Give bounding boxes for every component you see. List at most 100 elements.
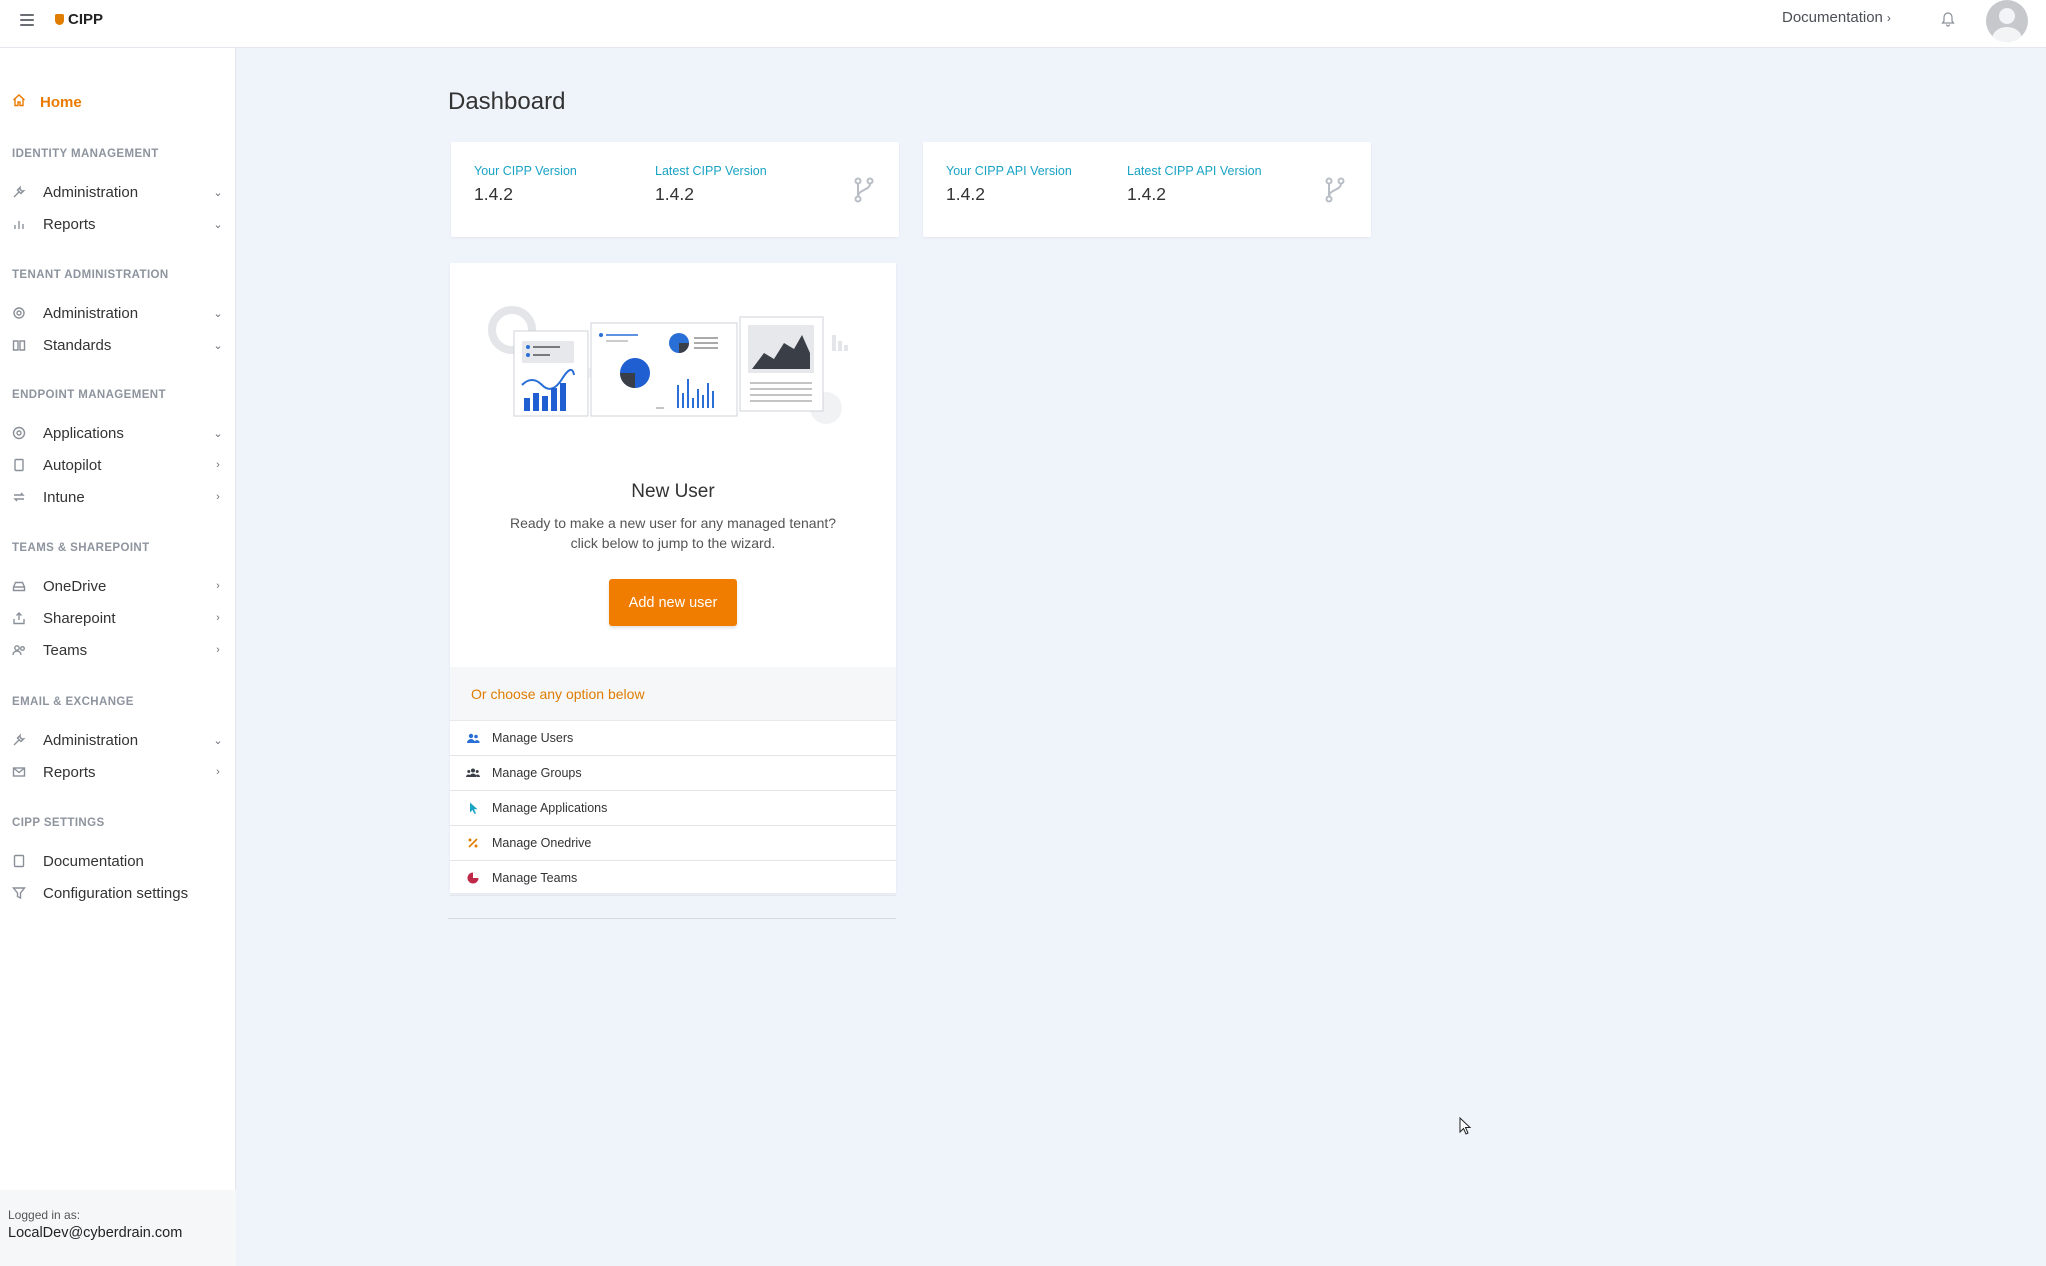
version-label: Your CIPP API Version	[946, 164, 1072, 178]
wrench-icon	[12, 733, 26, 747]
dashboard-illustration	[488, 306, 848, 424]
new-user-title: New User	[631, 481, 715, 502]
chevron-down-icon: ⌄	[213, 734, 223, 747]
chart-icon	[12, 217, 26, 231]
manage-applications-link[interactable]: Manage Applications	[450, 791, 896, 826]
users-icon	[466, 731, 480, 745]
section-title: EMAIL & EXCHANGE	[12, 696, 134, 708]
home-icon	[12, 93, 26, 111]
tablet-icon	[12, 458, 26, 472]
share-icon	[12, 611, 26, 625]
sync-icon	[12, 490, 26, 504]
shield-icon	[55, 14, 64, 25]
pointer-icon	[466, 801, 480, 815]
latest-api-version: Latest CIPP API Version 1.4.2	[1127, 164, 1262, 205]
option-label: Manage Onedrive	[492, 836, 592, 850]
bell-icon[interactable]	[1941, 11, 1955, 27]
section-title: ENDPOINT MANAGEMENT	[12, 389, 166, 401]
sidebar-item-home[interactable]: Home	[12, 93, 82, 111]
sidebar-item-label: Home	[40, 93, 82, 111]
sidebar-item-sharepoint[interactable]: Sharepoint ›	[12, 605, 224, 631]
sidebar-item-label: Administration	[43, 183, 139, 201]
section-title: IDENTITY MANAGEMENT	[12, 148, 159, 160]
your-api-version: Your CIPP API Version 1.4.2	[946, 164, 1072, 205]
option-label: Manage Applications	[492, 801, 608, 815]
content-divider	[448, 918, 896, 919]
sidebar-item-label: Sharepoint	[43, 609, 116, 627]
option-label: Manage Groups	[492, 766, 582, 780]
add-new-user-button[interactable]: Add new user	[609, 579, 737, 626]
version-label: Your CIPP Version	[474, 164, 577, 178]
menu-toggle-icon[interactable]	[20, 14, 34, 26]
manage-onedrive-link[interactable]: Manage Onedrive	[450, 826, 896, 861]
brand-logo[interactable]: CIPP	[55, 11, 103, 28]
sidebar-item-documentation[interactable]: Documentation	[12, 848, 224, 874]
new-user-description-line: click below to jump to the wizard.	[570, 535, 776, 551]
sidebar-item-autopilot[interactable]: Autopilot ›	[12, 452, 224, 478]
chevron-down-icon: ⌄	[213, 218, 223, 231]
sidebar-item-tenant-administration[interactable]: Administration ⌄	[12, 300, 224, 326]
chevron-down-icon: ⌄	[213, 186, 223, 199]
book-icon	[12, 338, 26, 352]
version-label: Latest CIPP API Version	[1127, 164, 1262, 178]
manage-groups-link[interactable]: Manage Groups	[450, 756, 896, 791]
sidebar-item-label: Teams	[43, 641, 88, 659]
sidebar-item-identity-reports[interactable]: Reports ⌄	[12, 211, 224, 237]
percent-icon	[466, 836, 480, 850]
cipp-version-card: Your CIPP Version 1.4.2 Latest CIPP Vers…	[451, 142, 899, 237]
sidebar-item-onedrive[interactable]: OneDrive ›	[12, 573, 224, 599]
sidebar-item-label: Reports	[43, 763, 96, 781]
sidebar-item-teams[interactable]: Teams ›	[12, 637, 224, 663]
sidebar-item-label: Autopilot	[43, 456, 102, 474]
option-label: Manage Teams	[492, 871, 578, 885]
sidebar-item-label: OneDrive	[43, 577, 107, 595]
sidebar-item-configuration-settings[interactable]: Configuration settings	[12, 880, 224, 906]
your-version: Your CIPP Version 1.4.2	[474, 164, 577, 205]
globe-icon	[12, 426, 26, 440]
sidebar-item-label: Documentation	[43, 852, 144, 870]
top-bar: CIPP Documentation ›	[0, 0, 2046, 48]
chevron-down-icon: ⌄	[213, 339, 223, 352]
sidebar-item-label: Administration	[43, 731, 139, 749]
sidebar-item-exchange-reports[interactable]: Reports ›	[12, 759, 224, 785]
latest-version: Latest CIPP Version 1.4.2	[655, 164, 767, 205]
section-title: TENANT ADMINISTRATION	[12, 269, 169, 281]
documentation-link[interactable]: Documentation ›	[1782, 9, 1891, 26]
page-title: Dashboard	[448, 88, 566, 115]
sidebar: Home IDENTITY MANAGEMENT Administration …	[0, 48, 236, 1266]
wrench-icon	[12, 185, 26, 199]
option-label: Manage Users	[492, 731, 574, 745]
git-branch-icon	[1324, 176, 1346, 204]
sidebar-item-label: Reports	[43, 215, 96, 233]
chevron-right-icon: ›	[216, 580, 220, 592]
sidebar-item-standards[interactable]: Standards ⌄	[12, 332, 224, 358]
version-label: Latest CIPP Version	[655, 164, 767, 178]
book-icon	[12, 854, 26, 868]
logged-in-user: LocalDev@cyberdrain.com	[8, 1225, 183, 1241]
chevron-down-icon: ⌄	[213, 307, 223, 320]
options-header: Or choose any option below	[450, 667, 896, 721]
sidebar-item-identity-administration[interactable]: Administration ⌄	[12, 179, 224, 205]
filter-icon	[12, 886, 26, 900]
gear-icon	[12, 306, 26, 320]
chevron-right-icon: ›	[216, 459, 220, 471]
sidebar-footer: Logged in as: LocalDev@cyberdrain.com	[0, 1190, 236, 1266]
new-user-description: Ready to make a new user for any managed…	[490, 513, 856, 553]
new-user-card: New User Ready to make a new user for an…	[450, 263, 896, 896]
cipp-api-version-card: Your CIPP API Version 1.4.2 Latest CIPP …	[923, 142, 1371, 237]
people-icon	[12, 643, 26, 657]
documentation-link-label: Documentation	[1782, 9, 1883, 26]
sidebar-item-exchange-administration[interactable]: Administration ⌄	[12, 727, 224, 753]
logged-in-label: Logged in as:	[8, 1208, 81, 1222]
avatar[interactable]	[1986, 0, 2028, 42]
sidebar-item-label: Administration	[43, 304, 139, 322]
manage-teams-link[interactable]: Manage Teams	[450, 861, 896, 896]
chevron-right-icon: ›	[1886, 10, 1891, 25]
sidebar-item-intune[interactable]: Intune ›	[12, 484, 224, 510]
manage-users-link[interactable]: Manage Users	[450, 721, 896, 756]
brand-name: CIPP	[68, 11, 104, 28]
sidebar-item-applications[interactable]: Applications ⌄	[12, 420, 224, 446]
git-branch-icon	[853, 176, 875, 204]
version-value: 1.4.2	[474, 184, 513, 204]
sidebar-item-label: Applications	[43, 424, 124, 442]
